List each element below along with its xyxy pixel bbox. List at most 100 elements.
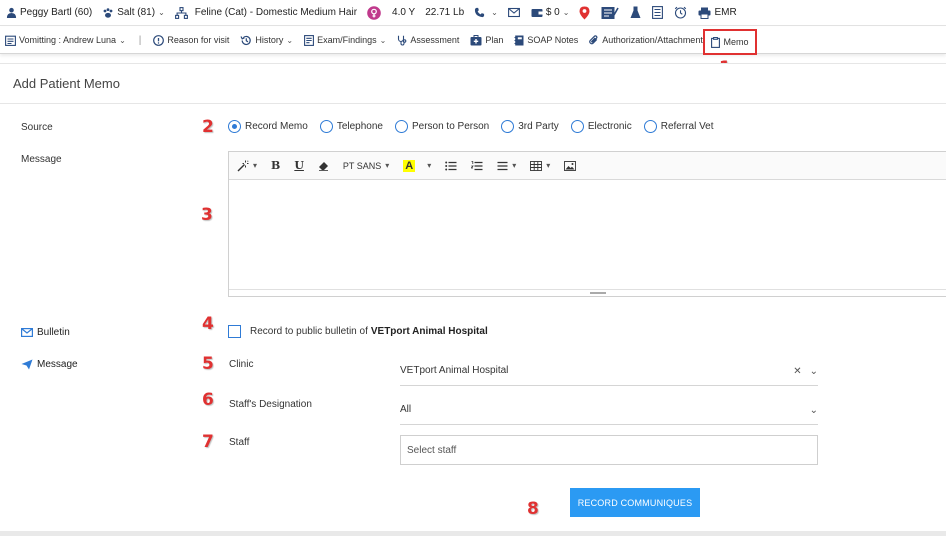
clinic-value: VETport Animal Hospital	[400, 365, 509, 376]
owner-info[interactable]: Peggy Bartl (60)	[6, 7, 92, 18]
radio-3rd-party[interactable]: 3rd Party	[501, 120, 559, 133]
bottom-divider	[0, 531, 946, 536]
radio-label: 3rd Party	[518, 121, 559, 132]
rx-button[interactable]	[601, 6, 620, 20]
font-family-value: PT SANS	[342, 160, 382, 171]
history-icon	[240, 35, 252, 45]
chevron-down-icon: ⌄	[158, 8, 165, 17]
alarm-clock-icon	[675, 6, 687, 19]
nav-label: History	[255, 35, 284, 45]
owner-name: Peggy Bartl (60)	[20, 7, 93, 18]
report-button[interactable]	[652, 6, 664, 19]
step-marker-8: 8	[527, 499, 539, 519]
phone-icon	[475, 7, 485, 18]
prescription-pad-icon	[601, 6, 620, 19]
nav-soap-notes[interactable]: SOAP Notes	[514, 35, 578, 46]
phone-menu[interactable]: ⌄	[474, 7, 498, 18]
record-communiques-button[interactable]: RECORD COMMUNIQUES	[570, 488, 700, 517]
document-grid-icon	[652, 6, 664, 19]
visit-label: Vomitting : Andrew Luna	[19, 35, 117, 45]
radio-button[interactable]	[643, 120, 657, 133]
table-button[interactable]: ▾	[530, 155, 550, 177]
nav-reason-for-visit[interactable]: Reason for visit	[153, 34, 230, 46]
chevron-down-icon[interactable]: ⌄	[810, 366, 818, 377]
designation-select[interactable]: All ⌄	[400, 395, 818, 425]
grip-icon	[589, 292, 606, 294]
align-button[interactable]: ▾	[497, 155, 516, 177]
paperclip-icon	[589, 34, 598, 44]
location-button[interactable]	[579, 6, 590, 20]
font-family-dropdown[interactable]: PT SANS ▾	[343, 155, 389, 177]
radio-label: Telephone	[336, 121, 383, 132]
radio-button[interactable]	[570, 120, 584, 133]
mail-button[interactable]	[507, 7, 520, 18]
nav-plan[interactable]: Plan	[470, 34, 504, 46]
radio-button[interactable]	[501, 120, 515, 133]
clinic-select[interactable]: VETport Animal Hospital ✕ ⌄	[400, 356, 818, 386]
numbered-list-icon	[471, 160, 483, 170]
staff-label: Staff	[229, 437, 250, 448]
emr-button[interactable]: EMR	[698, 7, 737, 19]
species-text: Feline (Cat) - Domestic Medium Hair	[194, 7, 358, 18]
step-marker-2: 2	[202, 117, 214, 137]
image-icon	[564, 160, 577, 171]
patient-name: Salt (81)	[117, 7, 156, 18]
radio-label: Referral Vet	[660, 121, 714, 132]
underline-button[interactable]: U	[294, 155, 304, 177]
insert-image-button[interactable]	[564, 155, 577, 177]
bold-button[interactable]: B	[271, 155, 280, 177]
staff-select-input[interactable]	[400, 435, 818, 465]
radio-button-selected[interactable]	[228, 120, 241, 133]
bulletin-checkbox[interactable]	[228, 325, 241, 338]
message-editor-body[interactable]	[229, 180, 946, 290]
radio-button[interactable]	[319, 120, 333, 133]
bulletin-checkbox-row[interactable]: Record to public bulletin of VETport Ani…	[228, 325, 488, 338]
chevron-down-icon: ⌄	[119, 35, 126, 45]
chevron-down-icon: ⌄	[379, 35, 387, 45]
magic-wand-icon	[237, 159, 249, 171]
chevron-down-icon: ▾	[253, 161, 258, 170]
info-circle-icon	[153, 34, 165, 46]
bulletin-label: Bulletin	[37, 327, 70, 338]
style-button[interactable]: ▾	[237, 155, 257, 177]
reminder-button[interactable]	[674, 6, 687, 19]
species-info: Feline (Cat) - Domestic Medium Hair	[174, 6, 358, 19]
nav-label: Reason for visit	[167, 35, 230, 45]
align-left-icon	[497, 161, 508, 170]
nav-memo-label: Memo	[723, 37, 749, 47]
nav-label: Plan	[485, 35, 504, 45]
gender-badge	[367, 5, 381, 20]
nav-history[interactable]: History ⌄	[240, 35, 293, 46]
radio-button[interactable]	[394, 120, 408, 133]
nav-exam-findings[interactable]: Exam/Findings ⌄	[304, 34, 387, 46]
eraser-button[interactable]	[318, 155, 329, 177]
highlight-color-button[interactable]: A	[403, 155, 416, 177]
table-grid-icon	[530, 160, 543, 171]
female-icon	[367, 5, 381, 20]
nav-memo[interactable]: Memo	[703, 29, 757, 55]
radio-person-to-person[interactable]: Person to Person	[394, 120, 489, 133]
radio-record-memo[interactable]: Record Memo	[228, 120, 308, 133]
hierarchy-icon	[174, 6, 188, 19]
radio-electronic[interactable]: Electronic	[570, 120, 632, 133]
bulletin-message-label: Message	[37, 359, 78, 370]
lab-button[interactable]	[630, 6, 641, 19]
radio-referral-vet[interactable]: Referral Vet	[643, 120, 714, 133]
radio-telephone[interactable]: Telephone	[319, 120, 383, 133]
nav-divider: |	[138, 34, 142, 46]
step-marker-4: 4	[202, 314, 214, 334]
nav-authorization-attachments[interactable]: Authorization/Attachments	[589, 34, 707, 46]
highlight-dropdown[interactable]: ▾	[423, 155, 431, 177]
numbered-list-button[interactable]	[471, 155, 483, 177]
bullet-list-button[interactable]	[445, 155, 457, 177]
stethoscope-icon	[398, 35, 407, 45]
radio-label: Electronic	[587, 121, 632, 132]
patient-info[interactable]: Salt (81) ⌄	[102, 7, 165, 19]
visit-selector[interactable]: Vomitting : Andrew Luna ⌄	[5, 35, 126, 46]
clinic-select-controls: ✕ ⌄	[785, 356, 818, 386]
balance-menu[interactable]: $ 0 ⌄	[531, 7, 569, 18]
clear-icon[interactable]: ✕	[793, 366, 801, 377]
editor-resize-handle[interactable]	[229, 289, 946, 296]
chevron-down-icon[interactable]: ⌄	[810, 405, 818, 416]
nav-assessment[interactable]: Assessment	[397, 35, 459, 46]
